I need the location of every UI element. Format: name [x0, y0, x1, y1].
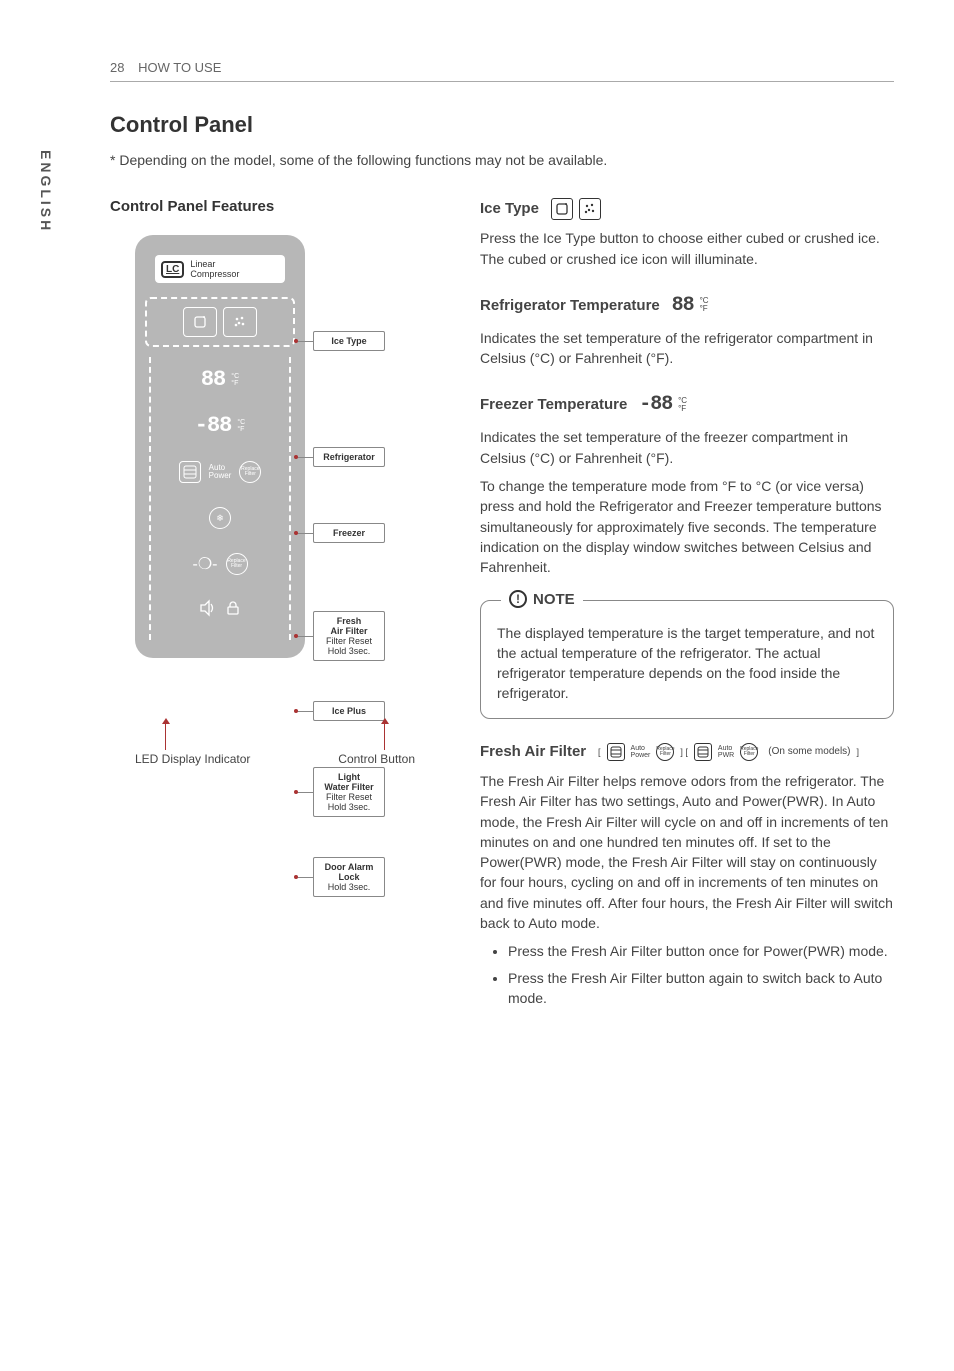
led-display-caption: LED Display Indicator: [135, 722, 250, 766]
freezer-button-label: Freezer: [313, 523, 385, 543]
filter-grid-icon: [694, 743, 712, 761]
freezer-temp-body1: Indicates the set temperature of the fre…: [480, 427, 894, 468]
exclamation-icon: !: [509, 590, 527, 608]
light-water-filter-display: -❍- Replace Filter: [151, 541, 289, 587]
replace-filter-circle-icon: Replace Filter: [740, 743, 758, 761]
refrigerator-temp-display: 88 °C°F: [151, 357, 289, 403]
features-subhead: Control Panel Features: [110, 198, 440, 215]
section-name: HOW TO USE: [138, 60, 221, 75]
light-bulb-icon: -❍-: [193, 554, 218, 574]
page-number: 28: [110, 60, 124, 75]
temp-digits-icon: 88: [672, 291, 694, 320]
fresh-air-heading: Fresh Air Filter: [480, 741, 586, 763]
fresh-air-bullet-2: Press the Fresh Air Filter button again …: [508, 968, 894, 1009]
on-some-models-note: (On some models): [768, 745, 850, 760]
lc-line1: Linear: [190, 259, 215, 269]
refrigerator-button-label: Refrigerator: [313, 447, 385, 467]
page-title: Control Panel: [110, 112, 894, 138]
ice-type-body: Press the Ice Type button to choose eith…: [480, 228, 894, 269]
ice-type-section: Ice Type Press the Ice Type button to ch…: [480, 198, 894, 269]
ice-type-button-label: Ice Type: [313, 331, 385, 351]
fresh-air-filter-section: Fresh Air Filter [ AutoPower Replace Fil…: [480, 741, 894, 1008]
filter-grid-icon: [179, 461, 201, 483]
crushed-ice-icon: [223, 307, 257, 337]
refrigerator-temp-body: Indicates the set temperature of the ref…: [480, 328, 894, 369]
refrigerator-temp-heading: Refrigerator Temperature: [480, 295, 660, 317]
ice-plus-display: ❄: [151, 495, 289, 541]
refrigerator-temp-section: Refrigerator Temperature 88 °C°F Indicat…: [480, 291, 894, 369]
lc-line2: Compressor: [190, 269, 239, 279]
snowflake-icon: ❄: [209, 507, 231, 529]
cubed-ice-icon: [551, 198, 573, 220]
ice-type-heading: Ice Type: [480, 198, 539, 220]
freezer-temp-section: Freezer Temperature -88 °C°F Indicates t…: [480, 390, 894, 577]
note-box: ! NOTE The displayed temperature is the …: [480, 600, 894, 719]
fresh-air-filter-button-label: FreshAir Filter Filter ResetHold 3sec.: [313, 611, 385, 661]
replace-water-filter-icon: Replace Filter: [226, 553, 248, 575]
note-label: NOTE: [533, 589, 575, 611]
control-panel-diagram: LC Linear Compressor: [135, 235, 415, 726]
ice-type-indicator-group: [145, 297, 295, 347]
note-body: The displayed temperature is the target …: [497, 623, 877, 704]
speaker-icon: [199, 599, 217, 622]
lc-icon: LC: [161, 261, 184, 278]
linear-compressor-badge: LC Linear Compressor: [155, 255, 285, 283]
crushed-ice-icon: [579, 198, 601, 220]
replace-filter-icon: Replace Filter: [239, 461, 261, 483]
replace-filter-circle-icon: Replace Filter: [656, 743, 674, 761]
fresh-air-bullet-1: Press the Fresh Air Filter button once f…: [508, 941, 894, 961]
availability-note: * Depending on the model, some of the fo…: [110, 152, 894, 168]
page-header: 28 HOW TO USE: [110, 60, 894, 82]
freezer-temp-heading: Freezer Temperature: [480, 394, 627, 416]
control-button-caption: Control Button: [338, 722, 415, 766]
door-alarm-lock-button-label: Door AlarmLock Hold 3sec.: [313, 857, 385, 897]
language-tab: ENGLISH: [38, 150, 54, 233]
filter-grid-icon: [607, 743, 625, 761]
fresh-air-filter-display: AutoPower Replace Filter: [151, 449, 289, 495]
freezer-temp-body2: To change the temperature mode from °F t…: [480, 476, 894, 577]
lock-icon: [225, 600, 241, 621]
ice-plus-button-label: Ice Plus: [313, 701, 385, 721]
fresh-air-body: The Fresh Air Filter helps remove odors …: [480, 771, 894, 933]
freezer-temp-display: -88 °C°F: [151, 403, 289, 449]
door-alarm-lock-display: [151, 587, 289, 634]
light-water-filter-button-label: LightWater Filter Filter ResetHold 3sec.: [313, 767, 385, 817]
cubed-ice-icon: [183, 307, 217, 337]
temp-digits-neg-icon: -88: [639, 390, 672, 419]
